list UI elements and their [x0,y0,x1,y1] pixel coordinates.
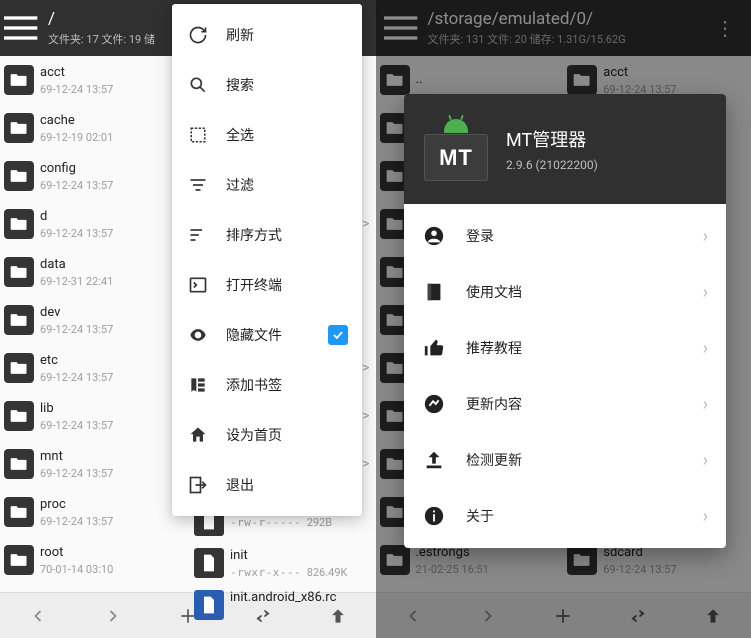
bookmark-icon [186,375,210,395]
menu-item-refresh[interactable]: 刷新 [172,10,362,60]
menu-label: 打开终端 [226,275,348,295]
eye-icon [186,325,210,345]
new-icon [422,393,446,415]
menu-item-select-all[interactable]: 全选 [172,110,362,160]
menu-item-filter[interactable]: 过滤 [172,160,362,210]
file-icon [194,590,224,620]
mt-item-person[interactable]: 登录 › [404,208,726,264]
upload-icon [422,449,446,471]
menu-label: 刷新 [226,25,348,45]
mt-title: MT管理器 [506,126,598,152]
home-icon [186,425,210,445]
filter-icon [186,175,210,195]
chevron-right-icon: › [703,282,708,303]
mt-item-label: 使用文档 [466,282,703,302]
menu-item-search[interactable]: 搜索 [172,60,362,110]
mt-item-label: 更新内容 [466,394,703,414]
exit-icon [186,475,210,495]
file-meta: -rwxr-x--- 826.49K [230,566,364,579]
menu-label: 隐藏文件 [226,325,328,345]
terminal-icon [186,275,210,295]
folder-icon [4,305,34,335]
menu-item-sort[interactable]: 排序方式 [172,210,362,260]
nav-back-button[interactable] [0,593,75,638]
menu-item-home[interactable]: 设为首页 [172,410,362,460]
checkbox-checked-icon [328,325,348,345]
context-menu: 刷新 搜索 全选 过滤 排序方式 打开终端 隐藏文件 添加书签 设为首页 退出 [172,4,362,516]
mt-version: 2.9.6 (21022200) [506,158,598,172]
chevron-right-icon: › [703,450,708,471]
file-name: init [230,548,364,564]
menu-label: 排序方式 [226,225,348,245]
menu-label: 设为首页 [226,425,348,445]
folder-icon [4,113,34,143]
file-name: init.android_x86.rc [230,590,364,606]
menu-item-terminal[interactable]: 打开终端 [172,260,362,310]
menu-label: 退出 [226,475,348,495]
mt-item-doc[interactable]: 使用文档 › [404,264,726,320]
hamburger-icon[interactable] [4,8,44,48]
mt-item-label: 检测更新 [466,450,703,470]
file-meta: -rw-r----- 292B [230,516,364,529]
mt-item-label: 推荐教程 [466,338,703,358]
sort-icon [186,225,210,245]
file-meta [230,608,364,621]
folder-icon [4,161,34,191]
mt-logo-icon: MT [424,117,488,181]
mt-item-label: 关于 [466,506,703,526]
chevron-right-icon: › [703,394,708,415]
doc-icon [422,281,446,303]
menu-label: 添加书签 [226,375,348,395]
mt-item-new[interactable]: 更新内容 › [404,376,726,432]
person-icon [422,225,446,247]
chevron-right-icon: › [703,338,708,359]
menu-label: 过滤 [226,175,348,195]
select-all-icon [186,126,210,144]
nav-fwd-button[interactable] [75,593,150,638]
menu-item-bookmark[interactable]: 添加书签 [172,360,362,410]
search-icon [186,75,210,95]
mt-item-label: 登录 [466,226,703,246]
folder-icon [4,257,34,287]
folder-icon [4,497,34,527]
refresh-icon [186,25,210,45]
folder-icon [4,545,34,575]
folder-icon [4,65,34,95]
file-icon [194,548,224,578]
menu-item-eye[interactable]: 隐藏文件 [172,310,362,360]
chevron-right-icon: › [703,226,708,247]
mt-item-upload[interactable]: 检测更新 › [404,432,726,488]
mt-item-about[interactable]: 关于 › [404,488,726,544]
mt-item-thumb[interactable]: 推荐教程 › [404,320,726,376]
folder-icon [4,353,34,383]
menu-label: 搜索 [226,75,348,95]
thumb-icon [422,337,446,359]
folder-icon [4,209,34,239]
menu-label: 全选 [226,125,348,145]
chevron-right-icon: › [703,506,708,527]
folder-icon [4,401,34,431]
list-item[interactable]: init -rwxr-x--- 826.49K [190,542,370,584]
mt-about-dialog: MT MT管理器 2.9.6 (21022200) 登录 › 使用文档 › 推荐… [404,94,726,548]
folder-icon [4,449,34,479]
list-item[interactable]: init.android_x86.rc [190,584,370,626]
about-icon [422,505,446,527]
menu-item-exit[interactable]: 退出 [172,460,362,510]
